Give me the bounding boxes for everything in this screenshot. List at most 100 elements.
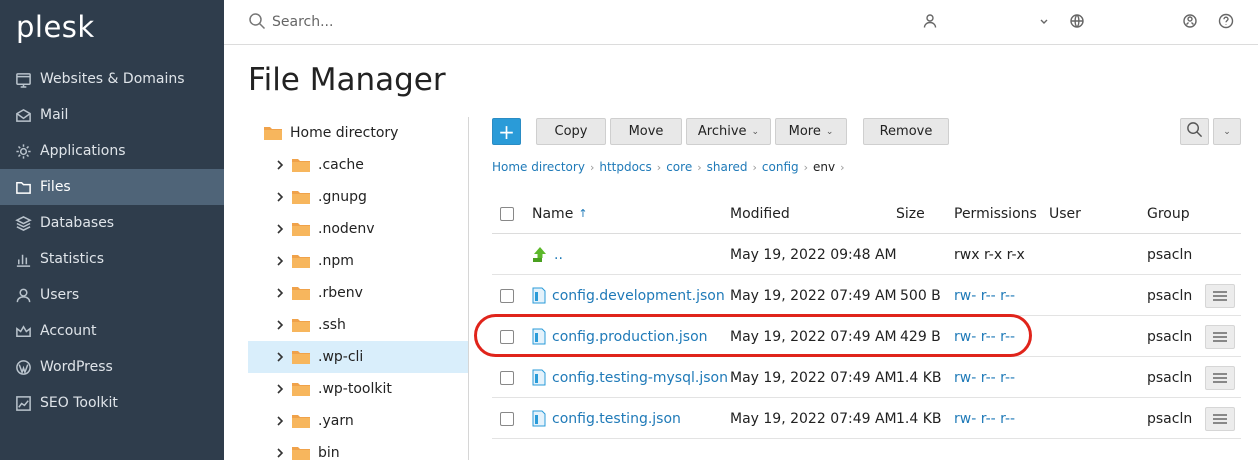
file-name-link[interactable]: config.testing.json [552, 411, 681, 427]
file-name-link[interactable]: config.production.json [552, 329, 708, 345]
tree-item-rbenv[interactable]: .rbenv [248, 277, 468, 309]
plesk-logo[interactable]: plesk [16, 10, 95, 44]
tree-item-nodenv[interactable]: .nodenv [248, 213, 468, 245]
archive-button[interactable]: Archive ⌄ [686, 118, 771, 145]
help-icon[interactable] [1218, 13, 1234, 29]
column-header-group[interactable]: Group [1147, 193, 1190, 234]
column-header-modified[interactable]: Modified [730, 193, 790, 234]
bar-chart-icon [14, 250, 32, 268]
chevron-right-icon[interactable] [276, 384, 288, 394]
chevron-right-icon[interactable] [276, 320, 288, 330]
chevron-right-icon[interactable] [276, 192, 288, 202]
row-checkbox[interactable] [500, 316, 514, 357]
permissions-link[interactable]: rw- r-- r-- [954, 316, 1015, 357]
chevron-right-icon[interactable] [276, 256, 288, 266]
sidebar-item-seo-toolkit[interactable]: SEO Toolkit [0, 385, 224, 421]
tree-item-wp-toolkit[interactable]: .wp-toolkit [248, 373, 468, 405]
table-row[interactable]: config.production.json May 19, 2022 07:4… [492, 316, 1241, 357]
permissions-link[interactable]: rw- r-- r-- [954, 357, 1015, 398]
breadcrumb-separator-icon: › [840, 160, 845, 174]
name-cell[interactable]: .. [532, 234, 563, 275]
sidebar-item-mail[interactable]: Mail [0, 97, 224, 133]
chevron-down-icon: ⌄ [825, 126, 834, 137]
group-cell: psacln [1147, 246, 1193, 263]
extensions-icon[interactable] [1182, 13, 1198, 29]
tree-item-label: .rbenv [318, 285, 363, 301]
sidebar-item-statistics[interactable]: Statistics [0, 241, 224, 277]
chevron-down-icon[interactable] [1036, 14, 1052, 30]
column-header-name[interactable]: Name ↑ [532, 193, 588, 234]
table-row[interactable]: .. May 19, 2022 09:48 AM rwx r-x r-x psa… [492, 234, 1241, 275]
sidebar-item-databases[interactable]: Databases [0, 205, 224, 241]
tree-item-gnupg[interactable]: .gnupg [248, 181, 468, 213]
remove-button[interactable]: Remove [863, 118, 949, 145]
group-cell: psacln [1147, 410, 1193, 427]
chevron-right-icon[interactable] [276, 448, 288, 458]
sidebar-item-label: Applications [40, 143, 126, 159]
language-globe-icon[interactable] [1069, 13, 1085, 29]
row-checkbox[interactable] [500, 275, 514, 316]
chevron-right-icon[interactable] [276, 224, 288, 234]
row-menu-button[interactable] [1205, 275, 1235, 316]
name-cell[interactable]: config.testing-mysql.json [532, 357, 728, 398]
permissions-link[interactable]: rw- r-- r-- [954, 398, 1015, 439]
row-menu-button[interactable] [1205, 398, 1235, 439]
search-input[interactable] [272, 10, 672, 34]
sidebar-item-users[interactable]: Users [0, 277, 224, 313]
tree-item-bin[interactable]: bin [248, 437, 468, 460]
sidebar-item-wordpress[interactable]: WordPress [0, 349, 224, 385]
row-menu-button[interactable] [1205, 357, 1235, 398]
permissions-cell: rwx r-x r-x [954, 246, 1025, 263]
file-name-link[interactable]: .. [554, 247, 563, 263]
chevron-right-icon[interactable] [276, 288, 288, 298]
permissions-link[interactable]: rw- r-- r-- [954, 275, 1015, 316]
tree-item-ssh[interactable]: .ssh [248, 309, 468, 341]
breadcrumb-httpdocs[interactable]: httpdocs [599, 160, 651, 174]
table-row[interactable]: config.development.json May 19, 2022 07:… [492, 275, 1241, 316]
copy-button-label: Copy [554, 124, 588, 139]
tree-item-cache[interactable]: .cache [248, 149, 468, 181]
user-profile-icon[interactable] [922, 13, 938, 29]
sidebar-item-files[interactable]: Files [0, 169, 224, 205]
chevron-right-icon[interactable] [276, 416, 288, 426]
row-checkbox[interactable] [500, 357, 514, 398]
table-header: Name ↑ Modified Size Permissions User Gro… [492, 193, 1241, 234]
add-button[interactable]: + [492, 118, 521, 145]
name-cell[interactable]: config.development.json [532, 275, 725, 316]
name-cell[interactable]: config.testing.json [532, 398, 681, 439]
search-files-button[interactable] [1180, 118, 1209, 145]
tree-item-label: .wp-cli [318, 349, 364, 365]
breadcrumb-config[interactable]: config [762, 160, 799, 174]
file-name-link[interactable]: config.development.json [552, 288, 725, 304]
sidebar-item-websites-domains[interactable]: Websites & Domains [0, 61, 224, 97]
search-options-button[interactable]: ⌄ [1213, 118, 1241, 145]
chevron-right-icon[interactable] [276, 352, 288, 362]
breadcrumb-shared[interactable]: shared [707, 160, 748, 174]
tree-item-yarn[interactable]: .yarn [248, 405, 468, 437]
breadcrumb-home-directory[interactable]: Home directory [492, 160, 585, 174]
breadcrumb-core[interactable]: core [666, 160, 692, 174]
column-header-size[interactable]: Size [896, 193, 925, 234]
table-row[interactable]: config.testing-mysql.json May 19, 2022 0… [492, 357, 1241, 398]
select-all-checkbox[interactable] [500, 193, 514, 234]
name-cell[interactable]: config.production.json [532, 316, 708, 357]
tree-item-wp-cli[interactable]: .wp-cli [248, 341, 468, 373]
folder-icon [292, 286, 310, 300]
row-checkbox[interactable] [500, 398, 514, 439]
move-button[interactable]: Move [610, 118, 682, 145]
copy-button[interactable]: Copy [536, 118, 606, 145]
file-name-link[interactable]: config.testing-mysql.json [552, 370, 728, 386]
column-header-permissions[interactable]: Permissions [954, 193, 1037, 234]
sidebar-item-account[interactable]: Account [0, 313, 224, 349]
sidebar-item-applications[interactable]: Applications [0, 133, 224, 169]
globe-icon [14, 70, 32, 88]
chevron-right-icon[interactable] [276, 160, 288, 170]
panel-divider[interactable] [468, 117, 469, 460]
row-menu-button[interactable] [1205, 316, 1235, 357]
more-button[interactable]: More ⌄ [775, 118, 847, 145]
tree-item-npm[interactable]: .npm [248, 245, 468, 277]
tree-item-home-directory[interactable]: Home directory [248, 117, 468, 149]
column-header-user[interactable]: User [1049, 193, 1081, 234]
size-cell: 429 B [900, 328, 941, 345]
table-row[interactable]: config.testing.json May 19, 2022 07:49 A… [492, 398, 1241, 439]
